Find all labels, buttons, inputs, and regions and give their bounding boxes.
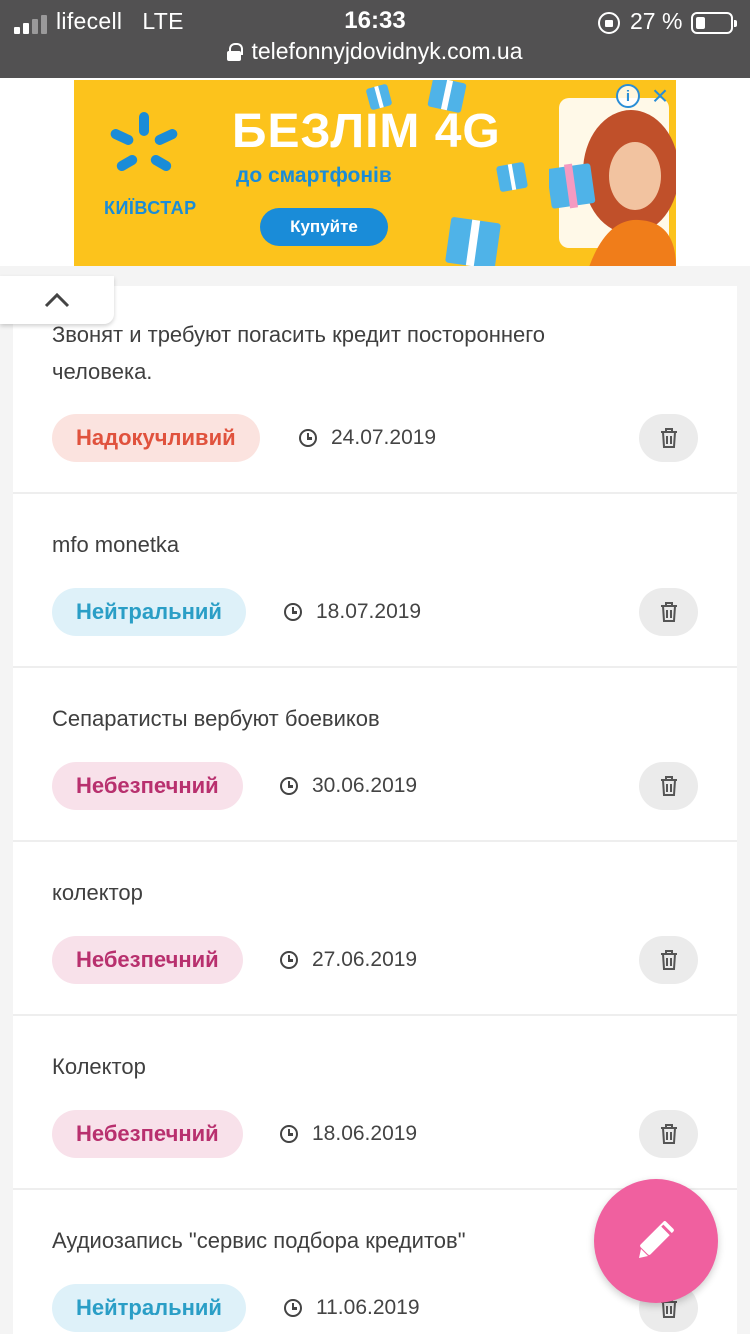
url-text: telefonnyjdovidnyk.com.ua [251, 38, 523, 64]
battery-icon [691, 12, 737, 34]
comment-text: mfo monetka [52, 532, 180, 557]
trash-icon [660, 776, 677, 796]
gift-icon [495, 161, 529, 193]
list-item: колектор Небезпечний 27.06.2019 [13, 842, 737, 1016]
padlock-icon [227, 43, 244, 61]
comment-text: Аудиозапись "сервис подбора кредитов" [52, 1228, 466, 1253]
comment-text: колектор [52, 880, 143, 905]
delete-button[interactable] [639, 762, 698, 810]
clock-icon [280, 1125, 298, 1143]
comments-list: Звонят и требуют погасить кредит посторо… [13, 286, 737, 1334]
rating-badge: Небезпечний [52, 762, 243, 810]
list-item: Звонят и требуют погасить кредит посторо… [13, 286, 737, 494]
comment-text: Звонят и требуют погасить кредит посторо… [52, 322, 546, 384]
list-item: mfo monetka Нейтральний 18.07.2019 [13, 494, 737, 668]
collapse-ad-tab[interactable] [0, 276, 114, 324]
list-item: Колектор Небезпечний 18.06.2019 [13, 1016, 737, 1190]
trash-icon [660, 428, 677, 448]
status-bar: lifecell LTE 16:33 27 % telefonnyjdovidn… [0, 0, 750, 78]
delete-button[interactable] [639, 588, 698, 636]
comment-date: 18.06.2019 [280, 1110, 417, 1158]
ad-info-icon[interactable]: i [616, 84, 640, 108]
trash-icon [660, 1124, 677, 1144]
ad-close-icon[interactable]: × [646, 82, 674, 110]
ad-buy-button[interactable]: Купуйте [260, 208, 388, 246]
delete-button[interactable] [639, 414, 698, 462]
date-text: 11.06.2019 [316, 1296, 420, 1319]
clock-icon [280, 777, 298, 795]
date-text: 18.06.2019 [312, 1122, 418, 1145]
rating-badge: Нейтральний [52, 588, 246, 636]
comment-date: 18.07.2019 [284, 588, 421, 636]
rotation-lock-icon [598, 12, 620, 34]
comment-date: 30.06.2019 [280, 762, 417, 810]
list-item: Сепаратисты вербуют боевиков Небезпечний… [13, 668, 737, 842]
battery-percent: 27 % [630, 8, 683, 34]
ad-brand: КИЇВСТАР [104, 198, 197, 218]
comment-text: Сепаратисты вербуют боевиков [52, 706, 380, 731]
rating-badge: Надокучливий [52, 414, 260, 462]
pencil-icon [639, 1221, 674, 1258]
date-text: 30.06.2019 [312, 774, 418, 797]
chevron-up-icon [44, 292, 70, 308]
rating-badge: Небезпечний [52, 936, 243, 984]
add-comment-button[interactable] [594, 1179, 718, 1303]
ad-banner[interactable]: КИЇВСТАР БЕЗЛІМ 4G до смартфонів Купуйте… [74, 80, 676, 267]
trash-icon [660, 950, 677, 970]
address-bar[interactable]: telefonnyjdovidnyk.com.ua [0, 38, 750, 70]
delete-button[interactable] [639, 1110, 698, 1158]
clock-icon [284, 1299, 302, 1317]
trash-icon [660, 602, 677, 622]
clock-icon [299, 429, 317, 447]
date-text: 27.06.2019 [312, 948, 418, 971]
date-text: 24.07.2019 [331, 426, 437, 449]
delete-button[interactable] [639, 936, 698, 984]
comment-date: 27.06.2019 [280, 936, 417, 984]
comment-text: Колектор [52, 1054, 146, 1079]
gift-icon [445, 216, 501, 267]
ad-title: БЕЗЛІМ 4G [232, 105, 501, 158]
kyivstar-logo-icon [110, 112, 178, 171]
rating-badge: Небезпечний [52, 1110, 243, 1158]
clock-icon [284, 603, 302, 621]
clock-icon [280, 951, 298, 969]
comment-date: 24.07.2019 [299, 414, 436, 462]
date-text: 18.07.2019 [316, 600, 422, 623]
comment-date: 11.06.2019 [284, 1284, 420, 1332]
ad-subtitle: до смартфонів [236, 164, 392, 187]
rating-badge: Нейтральний [52, 1284, 246, 1332]
